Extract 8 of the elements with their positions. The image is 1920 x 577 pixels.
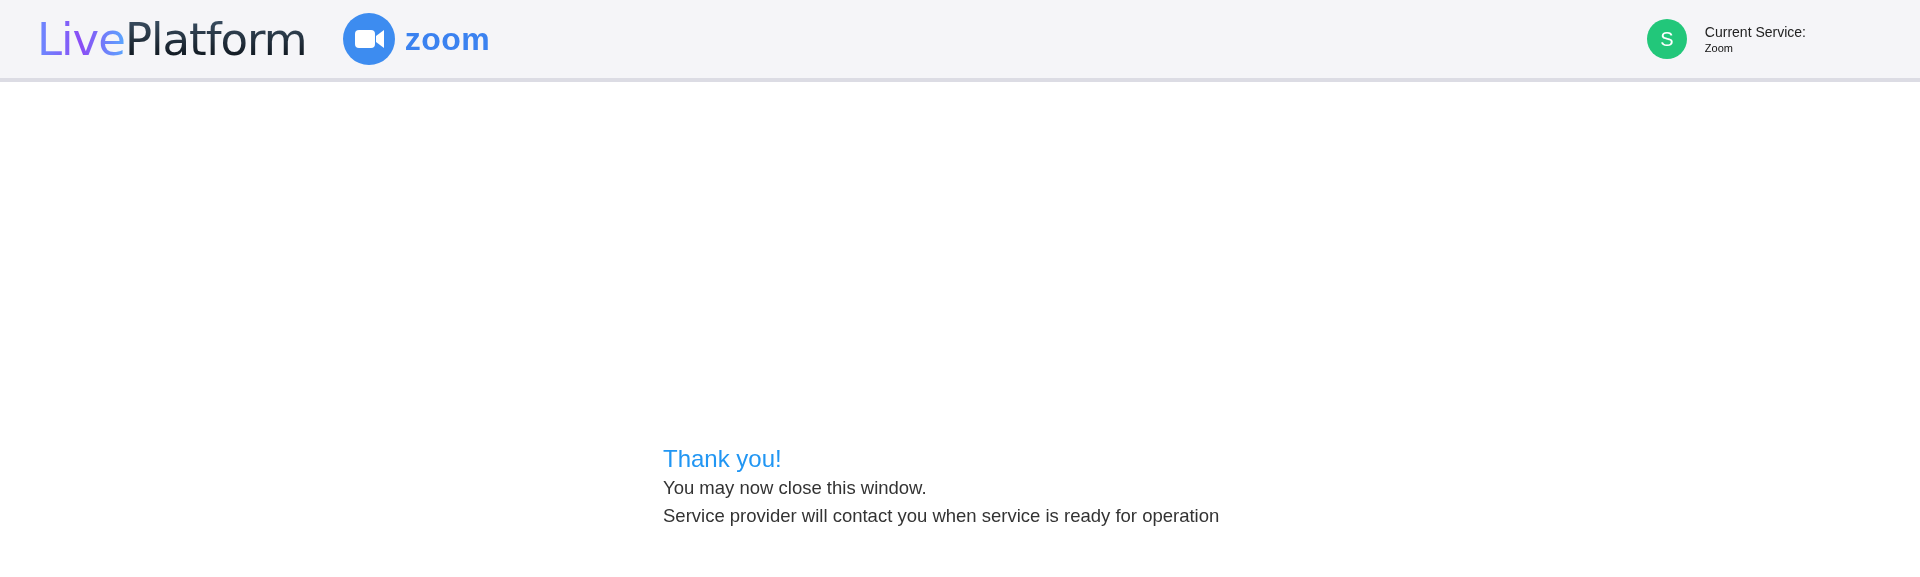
video-camera-icon [342, 13, 395, 65]
service-name: Zoom [1704, 42, 1734, 54]
service-label: Current Service: [1704, 24, 1806, 40]
user-avatar[interactable]: S [1646, 19, 1687, 59]
message-text: You may now close this window. [663, 477, 928, 499]
message-text: Service provider will contact you when service is ready for operation [663, 505, 1221, 527]
partner-logo-text: zoom [404, 23, 491, 55]
thank-you-heading: Thank you! [663, 445, 783, 473]
